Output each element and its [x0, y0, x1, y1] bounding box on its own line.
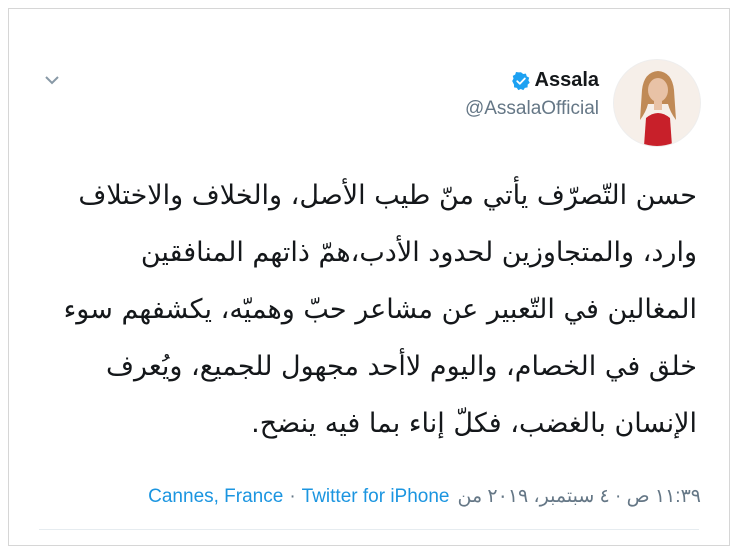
- author-handle[interactable]: @AssalaOfficial: [465, 98, 599, 120]
- avatar[interactable]: [613, 59, 701, 147]
- chevron-down-icon[interactable]: [43, 73, 61, 87]
- tweet-timestamp[interactable]: ١١:٣٩ ص · ٤ سبتمبر، ٢٠١٩ من: [458, 485, 702, 508]
- divider: [39, 529, 699, 530]
- tweet-text: حسن التّصرّف يأتي منّ طيب الأصل، والخلاف…: [63, 180, 697, 439]
- author-names: Assala @AssalaOfficial: [465, 69, 599, 120]
- verified-badge-icon: [511, 71, 530, 90]
- tweet-author[interactable]: Assala @AssalaOfficial: [465, 59, 701, 149]
- name-row: Assala: [511, 69, 600, 92]
- author-display-name[interactable]: Assala: [535, 69, 600, 92]
- meta-separator: ·: [289, 485, 296, 507]
- tweet-source[interactable]: Twitter for iPhone: [302, 486, 450, 508]
- tweet-location[interactable]: Cannes, France: [148, 486, 283, 508]
- tweet-meta: Cannes, France · Twitter for iPhone ١١:٣…: [148, 485, 701, 508]
- tweet-card: Assala @AssalaOfficial حسن التّصرّف يأتي…: [8, 8, 730, 546]
